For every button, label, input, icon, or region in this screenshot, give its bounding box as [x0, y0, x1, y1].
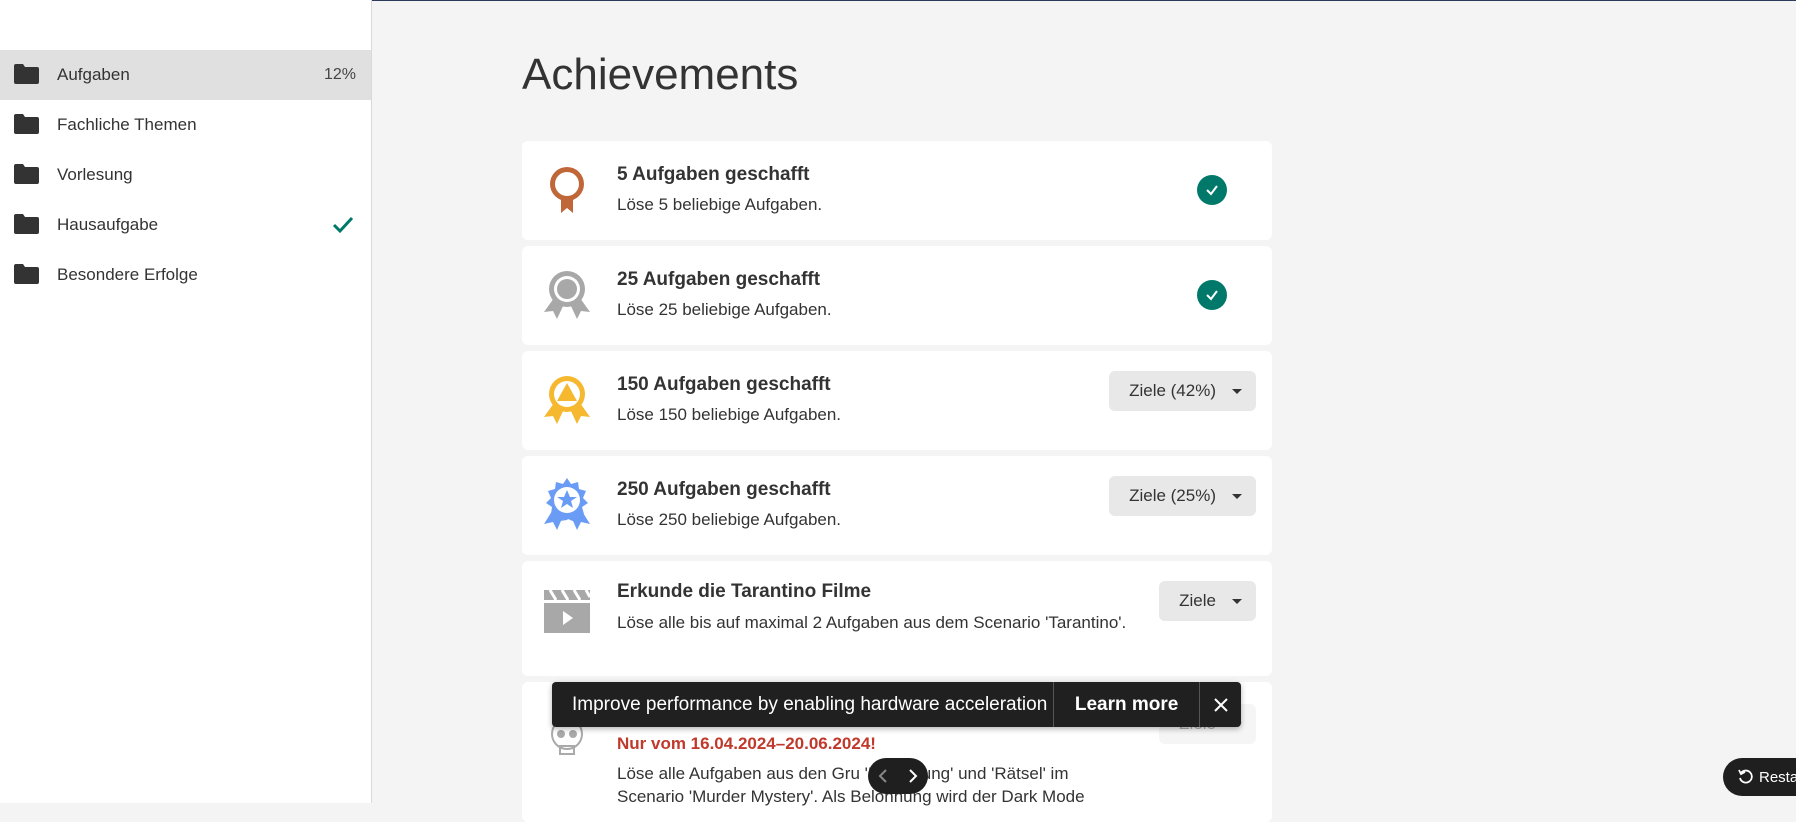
caret-down-icon — [1232, 598, 1242, 604]
sidebar-item-aufgaben[interactable]: Aufgaben 12% — [0, 50, 371, 100]
achievement-description: Löse 250 beliebige Aufgaben. — [617, 510, 842, 529]
gold-medal-icon — [544, 376, 590, 424]
goals-dropdown-label: Ziele — [1179, 591, 1216, 610]
achievement-card: 150 Aufgaben geschafft Löse 150 beliebig… — [522, 351, 1272, 450]
completed-check-icon — [1197, 175, 1227, 205]
achievement-date-note: Nur vom 16.04.2024–20.06.2024! — [617, 734, 876, 753]
goals-dropdown-label: Ziele (25%) — [1129, 486, 1216, 505]
folder-icon — [14, 64, 39, 84]
folder-icon — [14, 164, 39, 184]
sidebar-item-label: Fachliche Themen — [57, 115, 197, 134]
restart-icon — [1738, 769, 1753, 784]
folder-icon — [14, 114, 39, 134]
folder-icon — [14, 214, 39, 234]
achievement-title: 150 Aufgaben geschafft — [617, 374, 831, 395]
restart-button[interactable]: Resta — [1723, 758, 1796, 796]
achievement-title: 5 Aufgaben geschafft — [617, 164, 810, 185]
star-medal-icon — [544, 478, 590, 530]
sidebar-item-besondere-erfolge[interactable]: Besondere Erfolge — [0, 250, 371, 300]
page-title: Achievements — [522, 50, 799, 99]
checkmark-icon — [332, 216, 354, 234]
achievement-card: Erkunde die Tarantino Filme Löse alle bi… — [522, 561, 1272, 676]
caret-down-icon — [1232, 493, 1242, 499]
goals-dropdown-button[interactable]: Ziele (25%) — [1109, 476, 1256, 516]
silver-medal-icon — [544, 271, 590, 319]
sidebar-item-fachliche-themen[interactable]: Fachliche Themen — [0, 100, 371, 150]
achievement-card: 5 Aufgaben geschafft Löse 5 beliebige Au… — [522, 141, 1272, 240]
folder-icon — [14, 264, 39, 284]
achievement-description: Löse 5 beliebige Aufgaben. — [617, 195, 823, 214]
achievement-card: 25 Aufgaben geschafft Löse 25 beliebige … — [522, 246, 1272, 345]
chevron-left-icon[interactable] — [876, 768, 890, 784]
top-border — [372, 0, 1796, 1]
achievement-description: Löse 25 beliebige Aufgaben. — [617, 300, 832, 319]
sidebar-item-label: Aufgaben — [57, 65, 130, 84]
achievement-card: 250 Aufgaben geschafft Löse 250 beliebig… — [522, 456, 1272, 555]
achievement-title: 250 Aufgaben geschafft — [617, 479, 831, 500]
achievement-description: Löse alle bis auf maximal 2 Aufgaben aus… — [617, 613, 1127, 632]
goals-dropdown-button[interactable]: Ziele (42%) — [1109, 371, 1256, 411]
toast-message: Improve performance by enabling hardware… — [572, 693, 1048, 715]
sidebar-item-label: Besondere Erfolge — [57, 265, 198, 284]
sidebar-item-label: Vorlesung — [57, 165, 133, 184]
clapperboard-icon — [544, 589, 592, 633]
goals-dropdown-button[interactable]: Ziele — [1159, 581, 1256, 621]
achievement-title: Erkunde die Tarantino Filme — [617, 581, 872, 602]
sidebar: Aufgaben 12% Fachliche Themen Vorlesung … — [0, 0, 372, 803]
carousel-pager — [868, 758, 928, 794]
chevron-right-icon[interactable] — [906, 768, 920, 784]
goals-dropdown-label: Ziele (42%) — [1129, 381, 1216, 400]
achievement-description: Löse 150 beliebige Aufgaben. — [617, 405, 842, 424]
learn-more-button[interactable]: Learn more — [1054, 694, 1199, 716]
close-icon[interactable] — [1200, 682, 1241, 727]
restart-label: Resta — [1759, 768, 1796, 786]
progress-percent: 12% — [323, 66, 356, 83]
sidebar-item-hausaufgabe[interactable]: Hausaufgabe — [0, 200, 371, 250]
achievement-title: 25 Aufgaben geschafft — [617, 269, 821, 290]
sidebar-item-label: Hausaufgabe — [57, 215, 159, 234]
sidebar-item-vorlesung[interactable]: Vorlesung — [0, 150, 371, 200]
hardware-acceleration-toast: Improve performance by enabling hardware… — [552, 682, 1241, 727]
caret-down-icon — [1232, 388, 1242, 394]
bronze-medal-icon — [550, 167, 584, 213]
completed-check-icon — [1197, 280, 1227, 310]
